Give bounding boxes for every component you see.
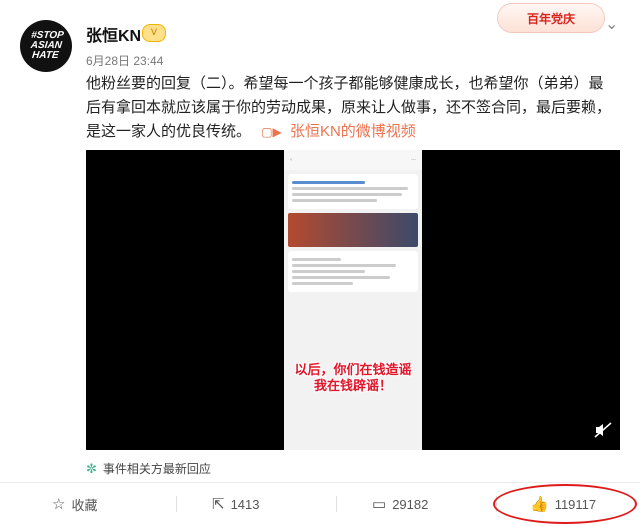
star-icon: ☆ [52, 496, 66, 513]
divider [176, 496, 177, 512]
avatar[interactable]: #STOP ASIAN HATE [20, 20, 72, 72]
favorite-button[interactable]: ☆ 收藏 [52, 492, 97, 516]
thumbs-up-icon: 👍 [530, 496, 549, 513]
divider [0, 482, 640, 483]
video-icon: ▢▶ [261, 125, 282, 139]
event-link[interactable]: ✼ 事件相关方最新回应 [86, 460, 211, 477]
repost-icon: ⇱ [212, 496, 225, 513]
comment-icon: ▭ [372, 496, 387, 513]
repost-count: 1413 [230, 496, 260, 512]
phone-ad-banner [288, 213, 418, 247]
video-player[interactable]: ‹ ··· 以后，你们在钱造谣 我在钱辟谣！ [86, 150, 620, 450]
divider [336, 496, 337, 512]
comment-button[interactable]: ▭ 29182 [372, 492, 428, 516]
post-datetime[interactable]: 6月28日 23:44 [86, 52, 163, 69]
verified-badge-icon: V [142, 24, 166, 42]
chevron-down-icon[interactable]: ⌄ [605, 14, 618, 33]
like-button[interactable]: 👍 119117 [530, 492, 596, 516]
overlay-line: 以后，你们在钱造谣 [294, 362, 412, 377]
phone-card [288, 251, 418, 292]
favorite-label: 收藏 [71, 497, 98, 513]
divider [496, 496, 497, 512]
event-icon: ✼ [86, 460, 97, 476]
overlay-line: 我在钱辟谣！ [313, 378, 392, 393]
username[interactable]: 张恒KN [86, 22, 141, 46]
repost-button[interactable]: ⇱ 1413 [212, 492, 260, 516]
avatar-logo-line: HATE [31, 50, 59, 61]
video-phone-screenshot: ‹ ··· 以后，你们在钱造谣 我在钱辟谣！ [284, 150, 422, 450]
video-overlay-text: 以后，你们在钱造谣 我在钱辟谣！ [290, 362, 416, 394]
post-text: 他粉丝要的回复（二）。希望每一个孩子都能够健康成长，也希望你（弟弟）最后有拿回本… [86, 72, 616, 144]
like-count: 119117 [554, 496, 597, 512]
phone-card [288, 174, 418, 209]
event-link-label: 事件相关方最新回应 [102, 462, 211, 476]
phone-topbar: ‹ ··· [284, 150, 422, 170]
mute-icon[interactable] [594, 422, 612, 438]
comment-count: 29182 [392, 496, 429, 512]
anniversary-badge: 百年党庆 [498, 4, 604, 32]
video-link[interactable]: 张恒KN的微博视频 [290, 123, 416, 140]
avatar-logo: #STOP ASIAN HATE [28, 30, 64, 61]
